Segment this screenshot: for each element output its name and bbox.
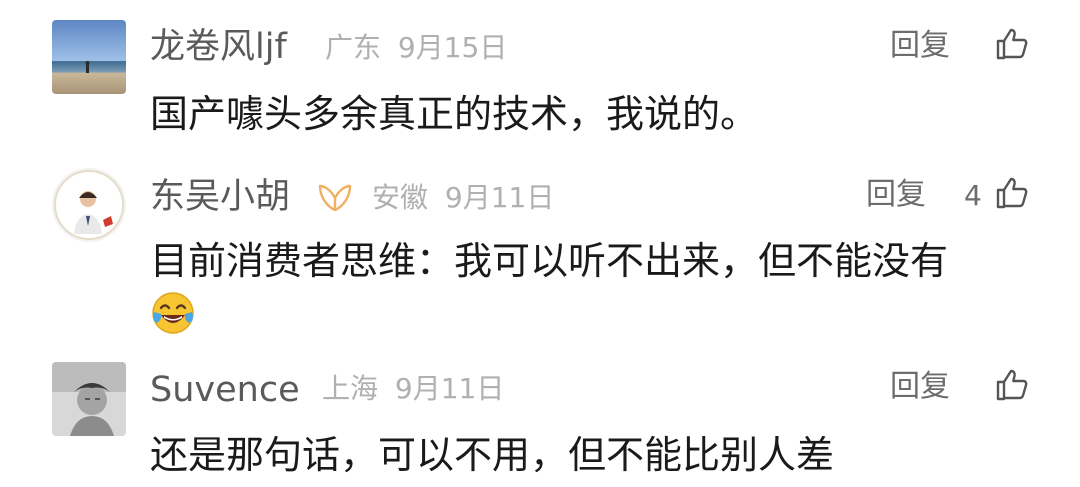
thumbs-up-icon[interactable] <box>994 367 1030 403</box>
reply-button[interactable]: 回复 <box>866 180 926 210</box>
username[interactable]: Suvence <box>150 373 300 408</box>
comment-text: 还是那句话，可以不用，但不能比别人差 <box>150 433 835 477</box>
grayscale-portrait-avatar-icon <box>52 362 126 436</box>
location: 安徽 <box>372 181 429 214</box>
comment-date: 9月11日 <box>394 372 505 405</box>
user-avatar[interactable] <box>52 168 126 242</box>
user-avatar[interactable] <box>52 362 126 436</box>
comment-text: 目前消费者思维：我可以听不出来，但不能没有 <box>150 239 949 283</box>
comment-item: Suvence 上海 9月11日 回复 还是那句话，可以不用，但不能比别人差 <box>0 0 1080 474</box>
laughing-with-tears-emoji <box>150 290 196 336</box>
person-portrait-avatar-icon <box>52 168 126 242</box>
comment-meta: 安徽 9月11日 <box>372 184 554 212</box>
like-count: 4 <box>964 179 982 212</box>
reply-button[interactable]: 回复 <box>890 372 950 402</box>
comment-date: 9月11日 <box>444 181 555 214</box>
location: 上海 <box>322 372 379 405</box>
username[interactable]: 东吴小胡 <box>150 180 290 215</box>
vip-badge-icon <box>318 183 352 213</box>
thumbs-up-icon[interactable] <box>994 175 1030 211</box>
comment-meta: 上海 9月11日 <box>322 375 504 403</box>
